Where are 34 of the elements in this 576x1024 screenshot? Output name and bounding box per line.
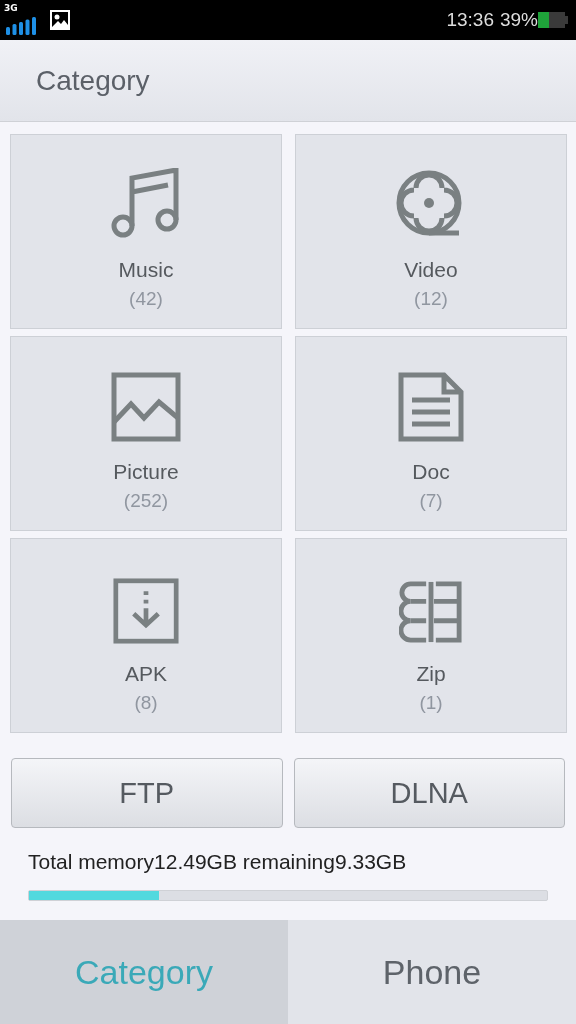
file-count: (12) xyxy=(414,288,448,310)
archive-icon xyxy=(399,580,463,644)
category-tile[interactable]: APK (8) xyxy=(10,538,282,733)
category-tile[interactable]: Music (42) xyxy=(10,134,282,329)
download-icon xyxy=(113,578,179,644)
category-label: Picture xyxy=(113,460,179,484)
category-label: Video xyxy=(404,258,458,282)
file-count: (8) xyxy=(134,692,158,714)
battery-icon xyxy=(538,12,568,28)
document-icon xyxy=(398,372,464,442)
bottom-tab[interactable]: Phone xyxy=(288,920,576,1024)
category-label: Music xyxy=(118,258,174,282)
file-count: (7) xyxy=(419,490,443,512)
category-label: APK xyxy=(125,662,167,686)
service-button[interactable]: DLNA xyxy=(293,758,565,828)
service-button[interactable]: FTP xyxy=(11,758,283,828)
category-label: Doc xyxy=(412,460,450,484)
picture-icon xyxy=(111,372,181,442)
clock: 13:36 xyxy=(446,9,494,31)
category-tile[interactable]: Zip (1) xyxy=(295,538,567,733)
category-tile[interactable]: Video (12) xyxy=(295,134,567,329)
file-count: (252) xyxy=(123,490,169,512)
category-tile[interactable]: Doc (7) xyxy=(295,336,567,531)
signal-icon xyxy=(6,17,36,35)
file-count: (1) xyxy=(419,692,443,714)
network-type: 3G xyxy=(4,3,18,13)
file-count: (42) xyxy=(129,288,163,310)
music-note-icon xyxy=(111,168,181,240)
category-label: Zip xyxy=(416,662,446,686)
memory-info: Total memory12.49GB remaining9.33GB xyxy=(28,850,407,873)
battery-percent: 39% xyxy=(499,9,538,31)
page-title: Category xyxy=(36,64,150,97)
image-icon xyxy=(50,10,70,30)
category-tile[interactable]: Picture (252) xyxy=(10,336,282,531)
